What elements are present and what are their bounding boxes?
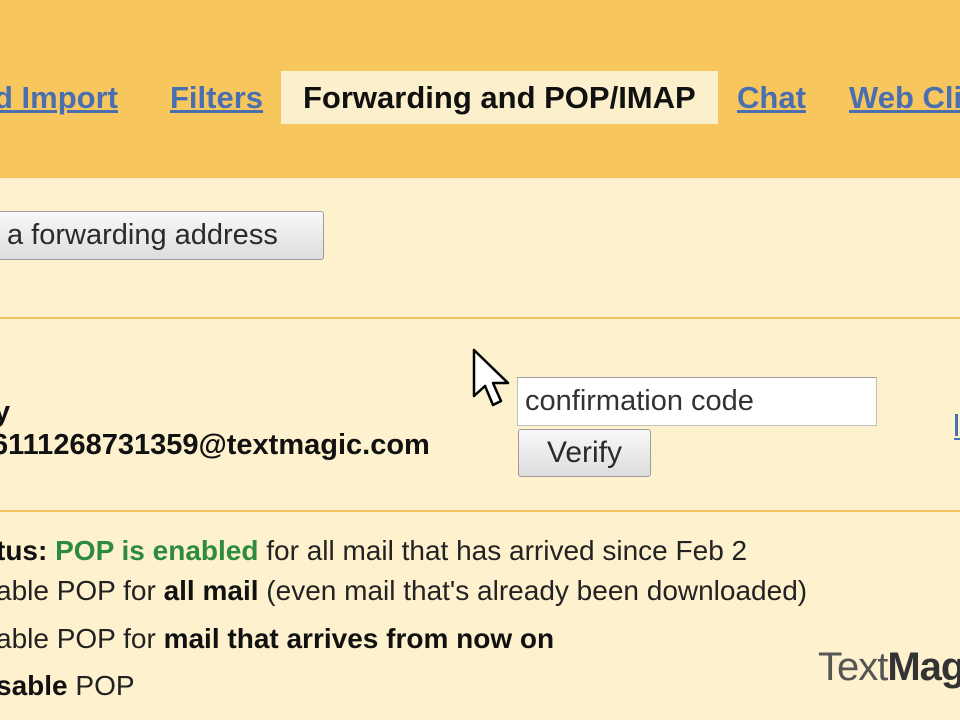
tab-accounts-and-import[interactable]: d Import (0, 80, 118, 116)
verify-button[interactable]: Verify (518, 429, 651, 477)
confirmation-code-input[interactable] (517, 377, 877, 426)
pop-option-from-now-on[interactable]: able POP for mail that arrives from now … (0, 623, 554, 655)
pop-option-from-now-prefix: able POP for (0, 623, 164, 654)
textmagic-watermark: TextMagi (818, 645, 960, 690)
forwarding-address: 6111268731359@textmagic.com (0, 429, 430, 461)
settings-tab-bar: d Import Filters Forwarding and POP/IMAP… (0, 0, 960, 178)
pop-option-from-now-bold: mail that arrives from now on (163, 623, 555, 654)
pop-status-value: POP is enabled (55, 535, 259, 566)
pop-option-all-mail-prefix: able POP for (0, 575, 164, 606)
pop-option-disable-suffix: POP (67, 670, 135, 701)
tab-filters[interactable]: Filters (170, 80, 263, 116)
watermark-magic-part: Magi (887, 645, 960, 689)
remove-address-link[interactable] (954, 412, 960, 440)
pop-status-label: tus: (0, 535, 56, 566)
pop-option-all-mail-note: (even mail that's already been downloade… (258, 575, 808, 606)
tab-chat[interactable]: Chat (737, 80, 806, 116)
tab-forwarding-pop-imap[interactable]: Forwarding and POP/IMAP (281, 71, 718, 124)
section-divider (0, 510, 960, 512)
pop-option-all-mail-bold: all mail (163, 575, 259, 606)
watermark-text-part: Text (818, 645, 888, 689)
pop-status-line: tus: POP is enabled for all mail that ha… (0, 535, 747, 567)
pop-option-all-mail[interactable]: able POP for all mail (even mail that's … (0, 575, 807, 607)
pop-status-detail: for all mail that has arrived since Feb … (258, 535, 748, 566)
add-forwarding-address-button[interactable]: a forwarding address (0, 211, 324, 260)
tab-web-clips[interactable]: Web Cli (849, 80, 960, 116)
pop-option-disable-bold: sable (0, 670, 68, 701)
section-divider (0, 317, 960, 319)
forwarding-label: y (0, 396, 11, 428)
pop-option-disable[interactable]: sable POP (0, 670, 135, 702)
mouse-pointer-icon (472, 348, 510, 407)
